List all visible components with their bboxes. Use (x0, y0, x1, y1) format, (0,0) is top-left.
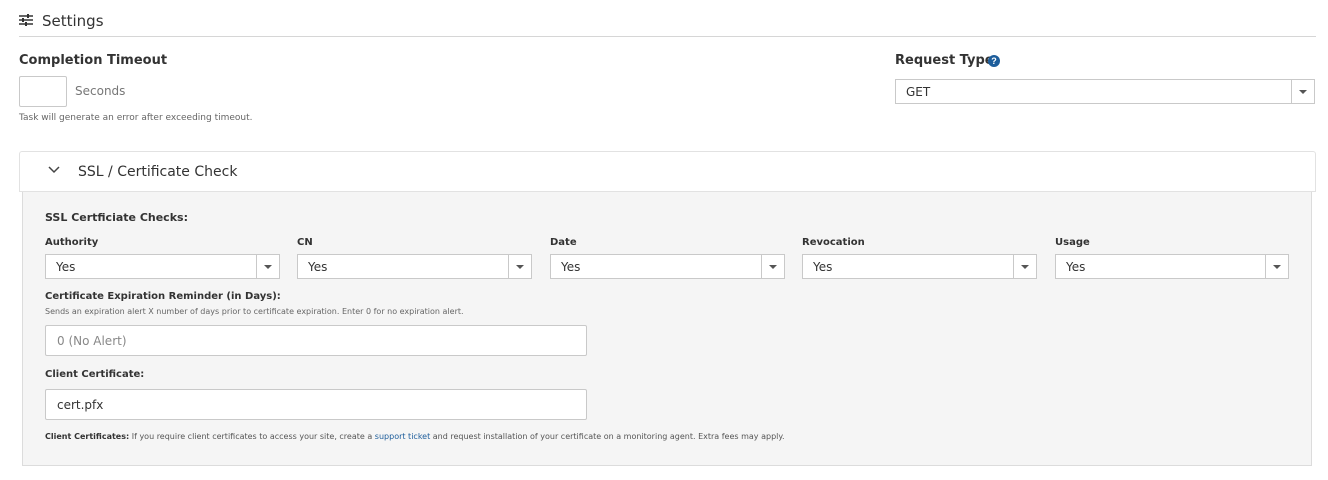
authority-value: Yes (56, 260, 76, 274)
request-type-value: GET (906, 85, 931, 99)
expiration-description: Sends an expiration alert X number of da… (45, 307, 464, 316)
cn-label: CN (297, 237, 313, 248)
expiration-input[interactable]: 0 (No Alert) (45, 325, 587, 356)
expiration-placeholder: 0 (No Alert) (57, 334, 127, 348)
client-certificate-label: Client Certificate: (45, 369, 145, 380)
authority-select[interactable]: Yes (45, 254, 280, 279)
usage-select[interactable]: Yes (1055, 254, 1289, 279)
settings-title: Settings (42, 12, 104, 30)
request-type-label: Request Type (895, 53, 994, 68)
chevron-down-icon[interactable] (1291, 80, 1314, 103)
chevron-down-icon[interactable] (761, 255, 784, 278)
chevron-down-icon[interactable] (256, 255, 279, 278)
ssl-checks-heading: SSL Certficiate Checks: (45, 211, 188, 224)
date-label: Date (550, 237, 577, 248)
ssl-panel-header[interactable]: SSL / Certificate Check (19, 151, 1316, 192)
timeout-input[interactable] (19, 76, 67, 107)
support-ticket-link[interactable]: support ticket (375, 432, 430, 441)
help-icon[interactable]: ? (988, 55, 1000, 67)
sliders-icon (19, 14, 33, 26)
date-select[interactable]: Yes (550, 254, 785, 279)
client-certificate-value: cert.pfx (57, 398, 104, 412)
cn-select[interactable]: Yes (297, 254, 532, 279)
expiration-label: Certificate Expiration Reminder (in Days… (45, 291, 281, 302)
request-type-select[interactable]: GET (895, 79, 1315, 104)
seconds-unit: Seconds (75, 84, 126, 98)
ssl-panel-title: SSL / Certificate Check (78, 164, 238, 180)
note-text-after: and request installation of your certifi… (430, 432, 785, 441)
chevron-down-icon[interactable] (48, 166, 60, 174)
cn-value: Yes (308, 260, 328, 274)
completion-timeout-label: Completion Timeout (19, 53, 168, 68)
note-text-before: If you require client certificates to ac… (129, 432, 375, 441)
usage-label: Usage (1055, 237, 1090, 248)
client-certificate-input[interactable]: cert.pfx (45, 389, 587, 420)
authority-label: Authority (45, 237, 99, 248)
chevron-down-icon[interactable] (1265, 255, 1288, 278)
revocation-value: Yes (813, 260, 833, 274)
date-value: Yes (561, 260, 581, 274)
client-certificate-note: Client Certificates: If you require clie… (45, 432, 785, 441)
chevron-down-icon[interactable] (508, 255, 531, 278)
revocation-select[interactable]: Yes (802, 254, 1037, 279)
note-prefix: Client Certificates: (45, 432, 130, 441)
chevron-down-icon[interactable] (1013, 255, 1036, 278)
timeout-hint: Task will generate an error after exceed… (19, 113, 253, 123)
revocation-label: Revocation (802, 237, 865, 248)
settings-header: Settings (19, 10, 1316, 37)
usage-value: Yes (1066, 260, 1086, 274)
